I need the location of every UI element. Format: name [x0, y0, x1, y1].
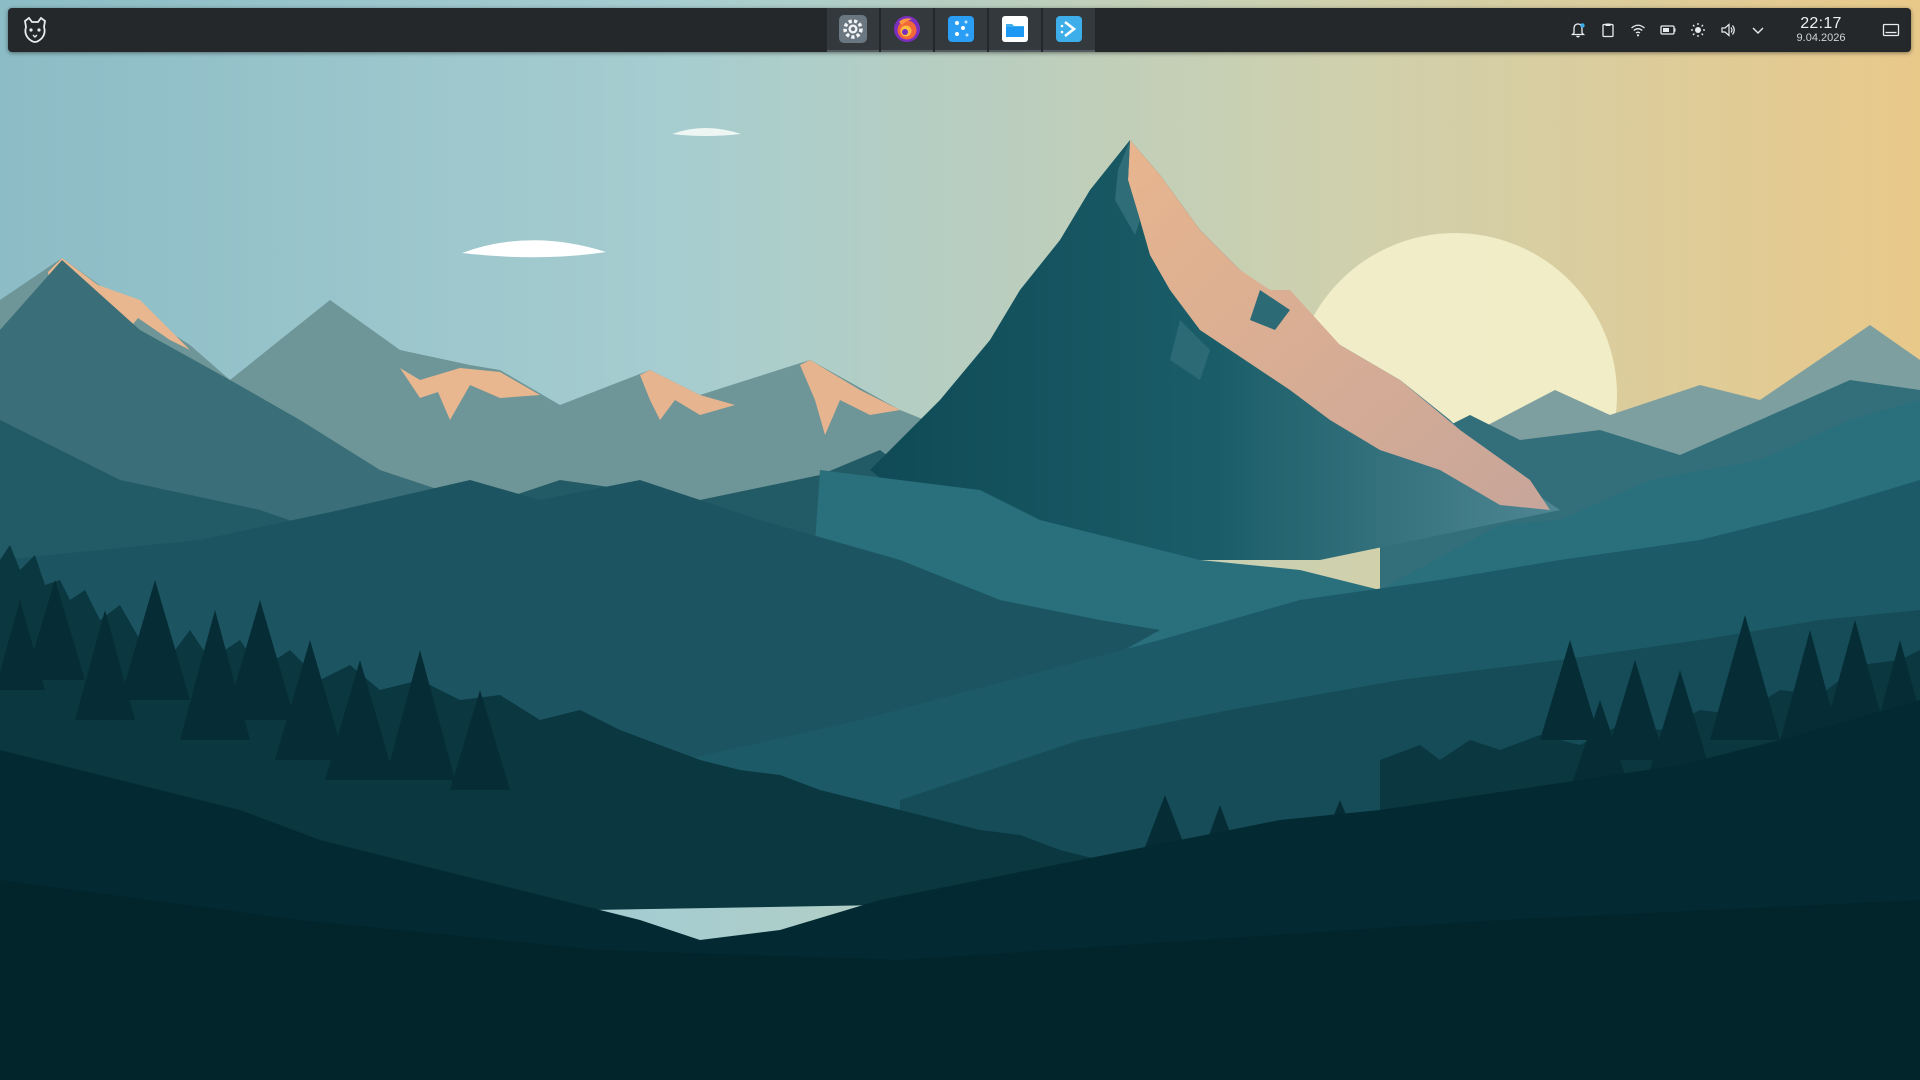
task-manager [827, 8, 1097, 52]
tray-expand-button[interactable] [1743, 8, 1773, 52]
battery-icon [1660, 25, 1676, 35]
clipboard-button[interactable] [1593, 8, 1623, 52]
remote-desktop-icon [1056, 16, 1082, 42]
network-button[interactable] [1623, 8, 1653, 52]
chevron-down-icon [1752, 27, 1764, 34]
dolphin-folder-icon [1002, 16, 1028, 42]
digital-clock[interactable]: 22:17 9.04.2026 [1775, 8, 1867, 52]
show-desktop-icon [1882, 23, 1900, 37]
kde-launcher-icon [24, 16, 46, 43]
brightness-icon [1691, 23, 1705, 37]
task-dolphin[interactable] [989, 8, 1041, 52]
system-tray: 22:17 9.04.2026 [1563, 8, 1911, 52]
firefox-icon [894, 16, 920, 42]
task-remote-desktop[interactable] [1043, 8, 1095, 52]
show-desktop-button[interactable] [1871, 8, 1911, 52]
notifications-button[interactable] [1563, 8, 1593, 52]
task-system-settings[interactable] [827, 8, 879, 52]
volume-button[interactable] [1713, 8, 1743, 52]
clipboard-icon [1602, 23, 1614, 38]
wifi-icon [1631, 24, 1645, 37]
brightness-button[interactable] [1683, 8, 1713, 52]
discover-icon [948, 16, 974, 42]
task-discover[interactable] [935, 8, 987, 52]
system-settings-icon [839, 15, 867, 43]
top-panel: 22:17 9.04.2026 [8, 8, 1911, 52]
application-launcher-button[interactable] [18, 13, 52, 47]
clock-date: 9.04.2026 [1796, 32, 1846, 44]
notifications-icon [1570, 23, 1586, 38]
clock-time: 22:17 [1800, 15, 1842, 32]
task-firefox[interactable] [881, 8, 933, 52]
wallpaper [0, 0, 1920, 1080]
desktop: 22:17 9.04.2026 [0, 0, 1920, 1080]
volume-icon [1721, 23, 1735, 37]
battery-button[interactable] [1653, 8, 1683, 52]
